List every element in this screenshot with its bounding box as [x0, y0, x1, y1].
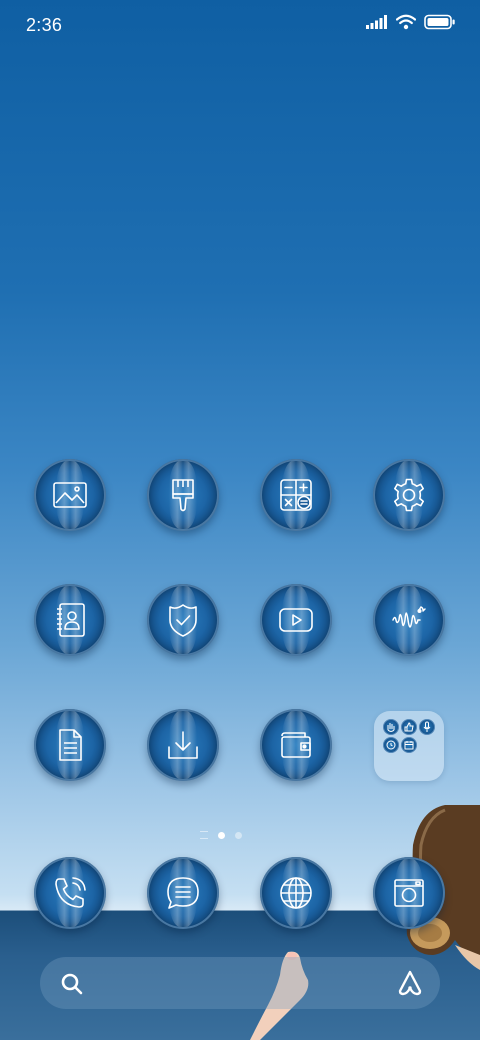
- mini-app-3: [419, 719, 435, 735]
- status-icons: [366, 14, 456, 30]
- phone-app[interactable]: [34, 857, 106, 929]
- microphone-icon: [423, 721, 431, 732]
- music-app[interactable]: [373, 584, 445, 656]
- page-indicator-menu[interactable]: [200, 831, 208, 839]
- paintbrush-icon: [172, 479, 194, 512]
- page-dot-2[interactable]: [235, 831, 242, 839]
- gear-icon: [394, 478, 424, 512]
- status-bar: 2:36: [0, 0, 480, 50]
- mini-app-1: [383, 719, 399, 735]
- app-folder[interactable]: [374, 711, 444, 781]
- soundwave-icon: [392, 606, 426, 628]
- calendar-icon: [404, 741, 414, 750]
- browser-app[interactable]: [260, 857, 332, 929]
- message-icon: [167, 877, 199, 909]
- mini-app-4: [383, 737, 399, 753]
- downloads-app[interactable]: [147, 709, 219, 781]
- video-app[interactable]: [260, 584, 332, 656]
- page-indicator[interactable]: [200, 831, 242, 839]
- calculator-icon: [280, 479, 312, 511]
- wallet-icon: [281, 732, 311, 758]
- search-icon[interactable]: [60, 972, 84, 996]
- notes-app[interactable]: [34, 709, 106, 781]
- theme-app[interactable]: [147, 459, 219, 531]
- camera-app[interactable]: [373, 857, 445, 929]
- search-bar[interactable]: [40, 957, 440, 1009]
- contacts-book-icon: [57, 603, 85, 637]
- download-icon: [168, 731, 198, 759]
- mini-app-2: [401, 719, 417, 735]
- settings-app[interactable]: [373, 459, 445, 531]
- calculator-app[interactable]: [260, 459, 332, 531]
- wifi-icon: [396, 14, 416, 30]
- signal-icon: [366, 15, 387, 29]
- mini-app-5: [401, 737, 417, 753]
- document-icon: [59, 729, 82, 761]
- wallet-app[interactable]: [260, 709, 332, 781]
- phone-icon: [55, 877, 86, 908]
- image-icon: [53, 482, 87, 508]
- thumbs-up-icon: [404, 722, 414, 732]
- shield-check-icon: [169, 604, 197, 637]
- gallery-app[interactable]: [34, 459, 106, 531]
- clock-icon: [386, 740, 396, 750]
- security-app[interactable]: [147, 584, 219, 656]
- assistant-icon[interactable]: [396, 969, 424, 997]
- messages-app[interactable]: [147, 857, 219, 929]
- status-time: 2:36: [26, 15, 63, 35]
- hand-icon: [387, 723, 395, 732]
- play-icon: [279, 608, 313, 632]
- contacts-app[interactable]: [34, 584, 106, 656]
- battery-icon: [424, 14, 455, 30]
- globe-icon: [280, 877, 312, 909]
- page-dot-1[interactable]: [218, 831, 225, 839]
- camera-icon: [394, 879, 424, 907]
